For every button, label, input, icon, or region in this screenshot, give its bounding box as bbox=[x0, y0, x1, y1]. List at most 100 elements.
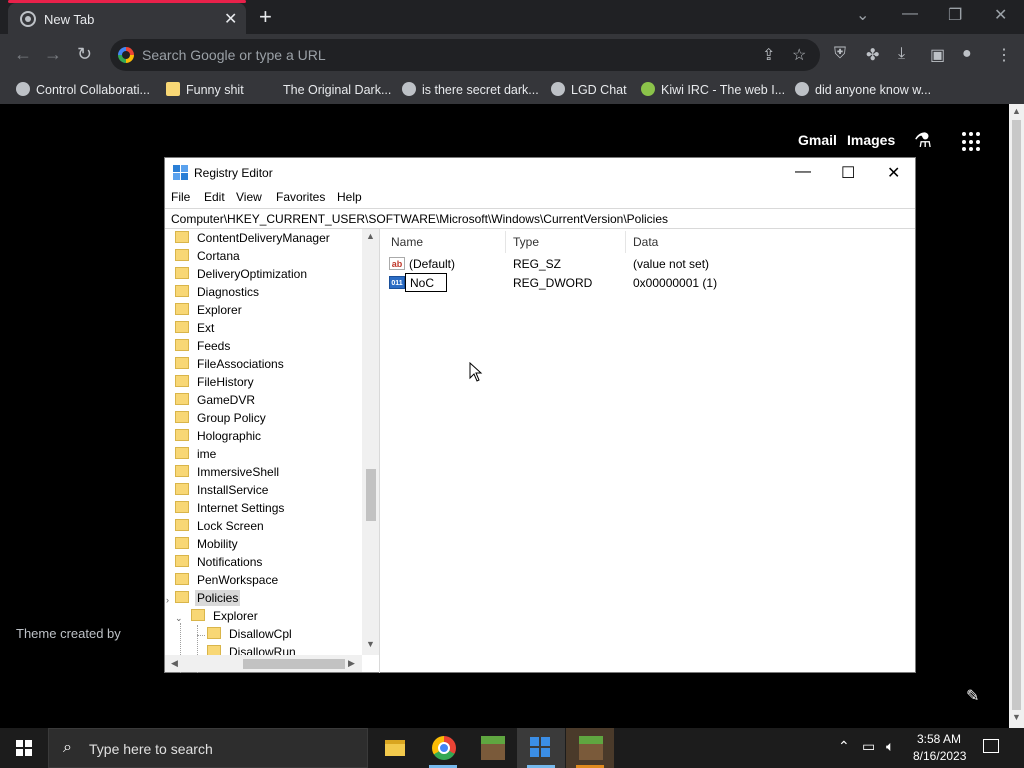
scroll-thumb[interactable] bbox=[366, 469, 376, 521]
address-bar[interactable]: Computer\HKEY_CURRENT_USER\SOFTWARE\Micr… bbox=[165, 208, 915, 229]
scroll-thumb[interactable] bbox=[1012, 120, 1021, 710]
reload-icon[interactable]: ↻ bbox=[77, 44, 92, 65]
address-bar[interactable]: Search Google or type a URL ⇪ ☆ bbox=[110, 39, 820, 71]
tree-node[interactable]: FileAssociations bbox=[175, 357, 284, 375]
tree-vertical-scrollbar[interactable]: ▲ ▼ bbox=[362, 229, 379, 655]
tree-node[interactable]: Holographic bbox=[175, 429, 261, 447]
title-bar[interactable]: Registry Editor — ☐ ✕ bbox=[165, 158, 915, 188]
tab-search-chevron-icon[interactable]: ⌄ bbox=[856, 5, 869, 25]
file-explorer-taskbar-button[interactable] bbox=[370, 728, 418, 768]
bookmark-item[interactable]: Funny shit bbox=[166, 82, 244, 97]
tab-new-tab[interactable]: New Tab ✕ bbox=[8, 0, 246, 34]
scroll-up-arrow-icon[interactable]: ▲ bbox=[1012, 106, 1021, 116]
expand-arrow-icon[interactable]: › bbox=[166, 595, 169, 605]
maximize-icon[interactable]: ☐ bbox=[841, 163, 855, 183]
dword-value-icon: 011 bbox=[389, 276, 405, 289]
column-divider[interactable] bbox=[505, 231, 506, 253]
menu-file[interactable]: File bbox=[171, 190, 190, 204]
tree-node-selected[interactable]: Policies bbox=[175, 590, 241, 609]
network-icon[interactable]: ▭ bbox=[862, 738, 875, 755]
bookmark-item[interactable]: did anyone know w... bbox=[795, 82, 931, 97]
tree-node[interactable]: Feeds bbox=[175, 339, 230, 357]
tree-node[interactable]: ContentDeliveryManager bbox=[175, 231, 330, 249]
scroll-down-arrow-icon[interactable]: ▼ bbox=[1012, 712, 1021, 722]
minimize-icon[interactable]: — bbox=[902, 5, 918, 23]
minecraft-launcher-taskbar-button[interactable] bbox=[566, 728, 614, 768]
bookmark-item[interactable]: The Original Dark... bbox=[263, 82, 391, 97]
notification-center-icon[interactable] bbox=[983, 739, 999, 753]
tree-node[interactable]: Cortana bbox=[175, 249, 240, 267]
tree-node[interactable]: Ext bbox=[175, 321, 214, 339]
tree-node[interactable]: DeliveryOptimization bbox=[175, 267, 307, 285]
tree-node[interactable]: Diagnostics bbox=[175, 285, 259, 303]
extensions-puzzle-icon[interactable]: ✤ bbox=[866, 45, 879, 65]
bookmark-item[interactable]: Kiwi IRC - The web I... bbox=[641, 82, 785, 97]
profile-avatar-icon[interactable]: ● bbox=[962, 45, 972, 63]
tree-node[interactable]: Explorer bbox=[175, 303, 242, 321]
tree-node[interactable]: GameDVR bbox=[175, 393, 255, 411]
value-row[interactable]: ab (Default) REG_SZ (value not set) bbox=[383, 255, 913, 273]
back-arrow-icon[interactable]: ← bbox=[14, 44, 32, 65]
close-window-icon[interactable]: ✕ bbox=[994, 5, 1007, 25]
tree-node[interactable]: Mobility bbox=[175, 537, 238, 555]
tree-node[interactable]: Notifications bbox=[175, 555, 262, 573]
column-divider[interactable] bbox=[625, 231, 626, 253]
taskbar-search-box[interactable]: ⌕ Type here to search bbox=[48, 728, 368, 768]
scroll-down-arrow-icon[interactable]: ▼ bbox=[366, 639, 375, 649]
kebab-menu-icon[interactable]: ⋮ bbox=[996, 45, 1012, 65]
bookmark-item[interactable]: Control Collaborati... bbox=[16, 82, 150, 97]
bookmark-star-icon[interactable]: ☆ bbox=[792, 45, 806, 65]
volume-icon[interactable]: 🔈︎ bbox=[886, 738, 894, 755]
show-hidden-icons-chevron[interactable]: ⌃ bbox=[838, 738, 850, 755]
column-header-data[interactable]: Data bbox=[633, 235, 658, 249]
tree-node[interactable]: Lock Screen bbox=[175, 519, 264, 537]
rename-value-input[interactable]: NoC bbox=[405, 273, 447, 292]
collapse-chevron-icon[interactable]: ⌄ bbox=[175, 613, 183, 624]
tree-node[interactable]: Group Policy bbox=[175, 411, 266, 429]
menu-edit[interactable]: Edit bbox=[204, 190, 225, 204]
customize-pencil-icon[interactable]: ✎ bbox=[966, 686, 979, 706]
gmail-link[interactable]: Gmail bbox=[798, 132, 837, 148]
tree-node[interactable]: DisallowCpl bbox=[207, 627, 292, 645]
labs-flask-icon[interactable]: ⚗ bbox=[914, 128, 932, 153]
column-header-name[interactable]: Name bbox=[391, 235, 423, 249]
scroll-left-arrow-icon[interactable]: ◀ bbox=[171, 658, 178, 669]
close-icon[interactable]: ✕ bbox=[887, 163, 900, 183]
forward-arrow-icon[interactable]: → bbox=[44, 44, 62, 65]
bookmark-item[interactable]: is there secret dark... bbox=[402, 82, 539, 97]
scroll-thumb[interactable] bbox=[243, 659, 345, 669]
tab-close-icon[interactable]: ✕ bbox=[224, 9, 237, 29]
scroll-up-arrow-icon[interactable]: ▲ bbox=[366, 231, 375, 241]
minimize-icon[interactable]: — bbox=[795, 163, 811, 181]
side-panel-icon[interactable]: ▣ bbox=[930, 45, 945, 65]
tree-node[interactable]: ime bbox=[175, 447, 216, 465]
tree-horizontal-scrollbar[interactable]: ◀ ▶ bbox=[165, 655, 362, 672]
ublock-shield-icon[interactable]: ⛨ bbox=[834, 45, 846, 63]
menu-help[interactable]: Help bbox=[337, 190, 362, 204]
column-header-type[interactable]: Type bbox=[513, 235, 539, 249]
tree-node[interactable]: PenWorkspace bbox=[175, 573, 278, 591]
images-link[interactable]: Images bbox=[847, 132, 895, 148]
clock-date[interactable]: 8/16/2023 bbox=[913, 749, 966, 763]
chrome-taskbar-button[interactable] bbox=[419, 728, 467, 768]
menu-view[interactable]: View bbox=[236, 190, 262, 204]
scroll-right-arrow-icon[interactable]: ▶ bbox=[348, 658, 355, 669]
tree-node[interactable]: Explorer bbox=[191, 609, 258, 627]
tree-node[interactable]: InstallService bbox=[175, 483, 268, 501]
share-icon[interactable]: ⇪ bbox=[762, 45, 775, 65]
new-tab-plus-icon[interactable]: + bbox=[259, 4, 272, 30]
tree-node[interactable]: ImmersiveShell bbox=[175, 465, 279, 483]
regedit-taskbar-button[interactable] bbox=[517, 728, 565, 768]
windows-start-icon[interactable] bbox=[16, 740, 32, 756]
page-scrollbar[interactable]: ▲ ▼ bbox=[1009, 104, 1024, 728]
tree-node[interactable]: Internet Settings bbox=[175, 501, 284, 519]
tree-node[interactable]: FileHistory bbox=[175, 375, 254, 393]
value-row[interactable]: 011 NoC REG_DWORD 0x00000001 (1) bbox=[383, 273, 913, 292]
download-icon[interactable]: ⤓ bbox=[898, 45, 905, 63]
minecraft-taskbar-button[interactable] bbox=[468, 728, 516, 768]
bookmark-item[interactable]: LGD Chat bbox=[551, 82, 627, 97]
clock-time[interactable]: 3:58 AM bbox=[917, 732, 961, 746]
google-apps-icon[interactable] bbox=[962, 132, 982, 152]
restore-icon[interactable]: ❐ bbox=[948, 5, 962, 25]
menu-favorites[interactable]: Favorites bbox=[276, 190, 325, 204]
